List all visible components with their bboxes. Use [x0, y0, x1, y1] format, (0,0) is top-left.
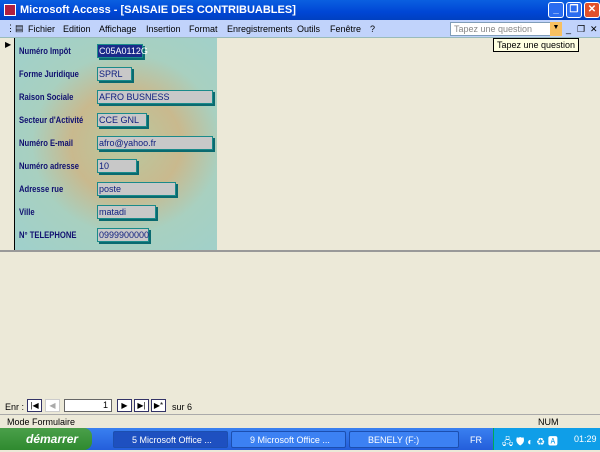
language-indicator[interactable]: FR	[470, 435, 482, 445]
menu-handle-icon: ⋮▤	[6, 23, 24, 33]
field-input[interactable]: poste	[97, 182, 176, 196]
menu-outils[interactable]: Outils	[297, 24, 320, 34]
field-label: N° TELEPHONE	[19, 230, 77, 240]
help-dropdown-button[interactable]: ▼	[550, 22, 562, 36]
field-input[interactable]: 0999900000	[97, 228, 149, 242]
field-input[interactable]: matadi	[97, 205, 156, 219]
form-divider	[0, 250, 600, 252]
first-record-button[interactable]: |◀	[27, 399, 42, 412]
field-input[interactable]: SPRL	[97, 67, 132, 81]
start-label: démarrer	[26, 432, 79, 446]
task-label: 5 Microsoft Office ...	[132, 435, 212, 445]
system-tray: 🖧 🛡 ◐ ♻ 🅰 01:29	[493, 428, 600, 450]
field-input[interactable]: CCE GNL	[97, 113, 147, 127]
record-navigation: Enr : |◀ ◀ 1 ▶ ▶| ▶* sur 6	[0, 398, 600, 414]
field-label: Numéro E-mail	[19, 138, 73, 148]
task-word[interactable]: 9 Microsoft Office ...	[231, 431, 346, 448]
title-bar: Microsoft Access - [SAISAIE DES CONTRIBU…	[0, 0, 600, 20]
status-mode: Mode Formulaire	[7, 417, 76, 427]
doc-close-button[interactable]: ✕	[590, 24, 598, 35]
menu-affichage[interactable]: Affichage	[99, 24, 136, 34]
field-label: Secteur d'Activité	[19, 115, 84, 125]
doc-minimize-button[interactable]: _	[566, 24, 571, 34]
menu-fenetre[interactable]: Fenêtre	[330, 24, 361, 34]
clock: 01:29	[574, 434, 597, 444]
field-input[interactable]: afro@yahoo.fr	[97, 136, 213, 150]
menu-edition[interactable]: Edition	[63, 24, 91, 34]
record-number-input[interactable]: 1	[64, 399, 112, 412]
field-label: Forme Juridique	[19, 69, 79, 79]
nav-label: Enr :	[5, 402, 25, 412]
task-explorer[interactable]: BENELY (F:)	[349, 431, 459, 448]
field-label: Adresse rue	[19, 184, 64, 194]
window-title: Microsoft Access - [SAISAIE DES CONTRIBU…	[20, 4, 296, 16]
tooltip: Tapez une question	[493, 38, 580, 52]
record-total: 6	[187, 402, 193, 412]
start-button[interactable]: démarrer	[0, 428, 92, 450]
menu-fichier[interactable]: Fichier	[28, 24, 55, 34]
field-input[interactable]: AFRO BUSNESS	[97, 90, 213, 104]
help-question-input[interactable]: Tapez une question	[450, 22, 562, 36]
record-selector[interactable]: ▶	[0, 38, 15, 250]
next-record-button[interactable]: ▶	[117, 399, 132, 412]
doc-restore-button[interactable]: ❐	[577, 24, 585, 35]
new-record-button[interactable]: ▶*	[151, 399, 166, 412]
field-label: Ville	[19, 207, 35, 217]
field-label: Raison Sociale	[19, 92, 74, 102]
status-bar: Mode Formulaire NUM	[0, 414, 600, 428]
field-input[interactable]: C05A0112G	[97, 44, 148, 58]
field-label: Numéro Impôt	[19, 46, 71, 56]
nav-of: sur	[172, 402, 185, 412]
restore-button[interactable]: ❐	[566, 2, 582, 18]
previous-record-button[interactable]: ◀	[45, 399, 60, 412]
status-num: NUM	[538, 417, 559, 427]
current-record-icon: ▶	[5, 40, 12, 49]
access-icon	[4, 4, 16, 16]
menu-enregistrements[interactable]: Enregistrements	[227, 24, 293, 34]
task-access[interactable]: 5 Microsoft Office ...	[113, 431, 228, 448]
last-record-button[interactable]: ▶|	[134, 399, 149, 412]
task-label: BENELY (F:)	[368, 435, 420, 445]
close-button[interactable]: ✕	[584, 2, 600, 18]
tray-icons[interactable]: 🖧 🛡 ◐ ♻ 🅰	[502, 433, 558, 452]
task-label: 9 Microsoft Office ...	[250, 435, 330, 445]
field-label: Numéro adresse	[19, 161, 79, 171]
menu-format[interactable]: Format	[189, 24, 218, 34]
menu-insertion[interactable]: Insertion	[146, 24, 181, 34]
menu-help[interactable]: ?	[370, 24, 375, 34]
minimize-button[interactable]: _	[548, 2, 564, 18]
field-input[interactable]: 10	[97, 159, 137, 173]
